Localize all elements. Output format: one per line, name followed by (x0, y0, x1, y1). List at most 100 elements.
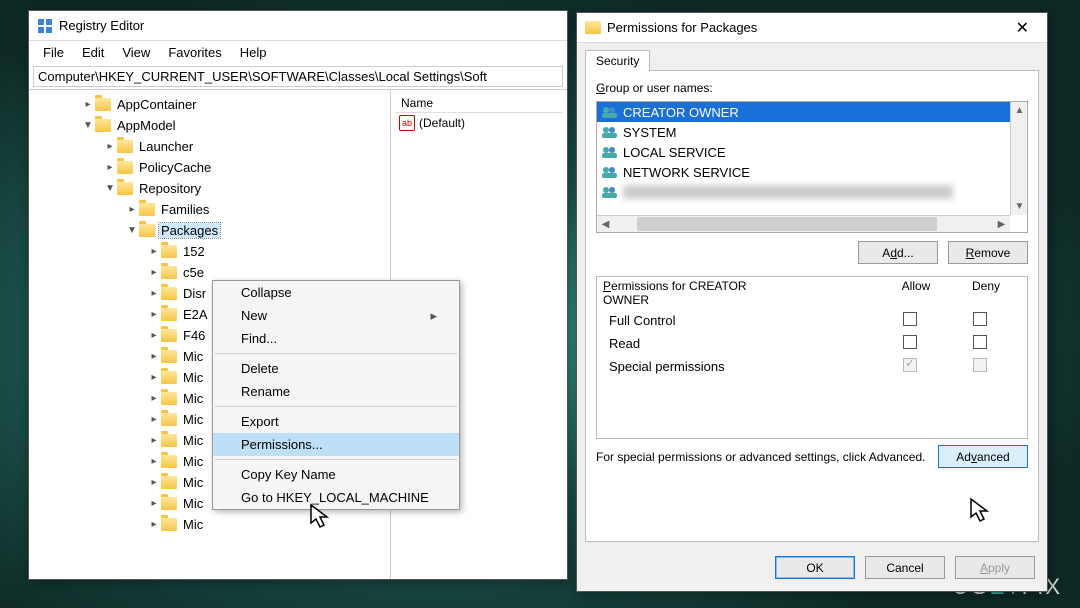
scroll-up-icon[interactable]: ▲ (1011, 102, 1028, 119)
tree-item[interactable]: ▸AppContainer (29, 94, 390, 115)
group-label: Group or user names: (596, 81, 1028, 95)
chevron-right-icon[interactable]: ▸ (147, 372, 161, 383)
remove-button[interactable]: Remove (948, 241, 1028, 264)
titlebar[interactable]: Permissions for Packages ✕ (577, 13, 1047, 43)
chevron-right-icon[interactable]: ▸ (147, 351, 161, 362)
tree-item[interactable]: ▸ Launcher (29, 136, 390, 157)
user-item-label: NETWORK SERVICE (623, 165, 750, 180)
menubar[interactable]: FileEditViewFavoritesHelp (29, 41, 567, 64)
allow-checkbox[interactable] (903, 312, 917, 326)
chevron-right-icon[interactable]: ▸ (147, 498, 161, 509)
scrollbar-vertical[interactable]: ▲ ▼ (1010, 102, 1027, 215)
deny-header: Deny (951, 279, 1021, 307)
tree-item-label: Repository (137, 181, 203, 196)
tree-item-label: Mic (181, 433, 205, 448)
chevron-right-icon[interactable]: ▸ (103, 162, 117, 173)
scroll-thumb[interactable] (637, 217, 937, 231)
user-item[interactable]: LOCAL SERVICE (597, 142, 1027, 162)
tree-item-label: PolicyCache (137, 160, 213, 175)
chevron-right-icon[interactable]: ▸ (147, 456, 161, 467)
tree-item[interactable]: ▸Families (29, 199, 390, 220)
folder-icon (161, 455, 177, 468)
tree-item-label: Disr (181, 286, 208, 301)
folder-icon (117, 182, 133, 195)
user-item-label: LOCAL SERVICE (623, 145, 726, 160)
menu-edit[interactable]: Edit (74, 43, 112, 62)
address-bar[interactable]: Computer\HKEY_CURRENT_USER\SOFTWARE\Clas… (33, 66, 563, 87)
list-item[interactable]: ab (Default) (395, 113, 563, 133)
chevron-right-icon[interactable]: ▸ (147, 288, 161, 299)
apply-button[interactable]: Apply (955, 556, 1035, 579)
chevron-right-icon[interactable]: ▸ (147, 330, 161, 341)
tree-item-label: Mic (181, 454, 205, 469)
folder-icon (161, 476, 177, 489)
user-item[interactable]: CREATOR OWNER (597, 102, 1027, 122)
window-title: Registry Editor (59, 18, 144, 33)
user-item[interactable]: NETWORK SERVICE (597, 162, 1027, 182)
column-header-name[interactable]: Name (395, 94, 563, 113)
chevron-right-icon[interactable]: ▸ (147, 519, 161, 530)
chevron-right-icon[interactable]: ▸ (147, 267, 161, 278)
chevron-down-icon[interactable]: ▼ (81, 120, 95, 131)
chevron-right-icon[interactable]: ▸ (147, 393, 161, 404)
folder-icon (161, 392, 177, 405)
menu-item[interactable]: Go to HKEY_LOCAL_MACHINE (213, 486, 459, 509)
chevron-right-icon: ▸ (430, 308, 437, 324)
chevron-down-icon[interactable]: ▼ (125, 225, 139, 236)
menu-item[interactable]: Find... (213, 327, 459, 350)
advanced-button[interactable]: Advanced (938, 445, 1028, 468)
chevron-right-icon[interactable]: ▸ (125, 204, 139, 215)
chevron-right-icon[interactable]: ▸ (147, 414, 161, 425)
folder-icon (585, 21, 601, 34)
user-item-label: CREATOR OWNER (623, 105, 739, 120)
user-item[interactable]: SYSTEM (597, 122, 1027, 142)
allow-checkbox[interactable] (903, 335, 917, 349)
cancel-button[interactable]: Cancel (865, 556, 945, 579)
chevron-right-icon[interactable]: ▸ (147, 477, 161, 488)
close-icon[interactable]: ✕ (1006, 18, 1039, 38)
tree-item[interactable]: ▼AppModel (29, 115, 390, 136)
scrollbar-horizontal[interactable]: ◀ ▶ (597, 215, 1010, 232)
chevron-right-icon[interactable]: ▸ (81, 99, 95, 110)
chevron-right-icon[interactable]: ▸ (147, 246, 161, 257)
user-item[interactable] (597, 182, 1027, 202)
tree-item[interactable]: ▸152 (29, 241, 390, 262)
chevron-right-icon[interactable]: ▸ (147, 435, 161, 446)
titlebar[interactable]: Registry Editor (29, 11, 567, 41)
context-menu: CollapseNew▸Find... DeleteRename ExportPer… (212, 280, 460, 510)
ok-button[interactable]: OK (775, 556, 855, 579)
chevron-right-icon[interactable]: ▸ (147, 309, 161, 320)
tree-item-label: Launcher (137, 139, 195, 154)
chevron-right-icon[interactable]: ▸ (103, 141, 117, 152)
deny-checkbox[interactable] (973, 335, 987, 349)
menu-item[interactable]: Export (213, 410, 459, 433)
add-button[interactable]: Add... (858, 241, 938, 264)
chevron-down-icon[interactable]: ▼ (103, 183, 117, 194)
menu-item[interactable]: Collapse (213, 281, 459, 304)
scroll-left-icon[interactable]: ◀ (597, 216, 614, 233)
tab-security[interactable]: Security (585, 50, 650, 71)
deny-checkbox[interactable] (973, 312, 987, 326)
menu-file[interactable]: File (35, 43, 72, 62)
tree-item[interactable]: ▸ PolicyCache (29, 157, 390, 178)
separator (215, 406, 457, 407)
menu-item[interactable]: Rename (213, 380, 459, 403)
menu-view[interactable]: View (114, 43, 158, 62)
tree-item[interactable]: ▸Mic (29, 514, 390, 535)
folder-icon (117, 140, 133, 153)
scroll-down-icon[interactable]: ▼ (1011, 198, 1028, 215)
tree-item-label: Mic (181, 412, 205, 427)
user-item-label: SYSTEM (623, 125, 676, 140)
menu-help[interactable]: Help (232, 43, 275, 62)
tree-item[interactable]: ▼Packages (29, 220, 390, 241)
scroll-right-icon[interactable]: ▶ (993, 216, 1010, 233)
menu-favorites[interactable]: Favorites (160, 43, 229, 62)
user-list[interactable]: CREATOR OWNER SYSTEM LOCAL SERVICE NETWORK … (596, 101, 1028, 233)
tree-item[interactable]: ▼ Repository (29, 178, 390, 199)
menu-item[interactable]: Delete (213, 357, 459, 380)
menu-item[interactable]: Permissions... (213, 433, 459, 456)
users-icon (601, 125, 619, 139)
menu-item[interactable]: New▸ (213, 304, 459, 327)
menu-item[interactable]: Copy Key Name (213, 463, 459, 486)
tree-item-label: F46 (181, 328, 207, 343)
